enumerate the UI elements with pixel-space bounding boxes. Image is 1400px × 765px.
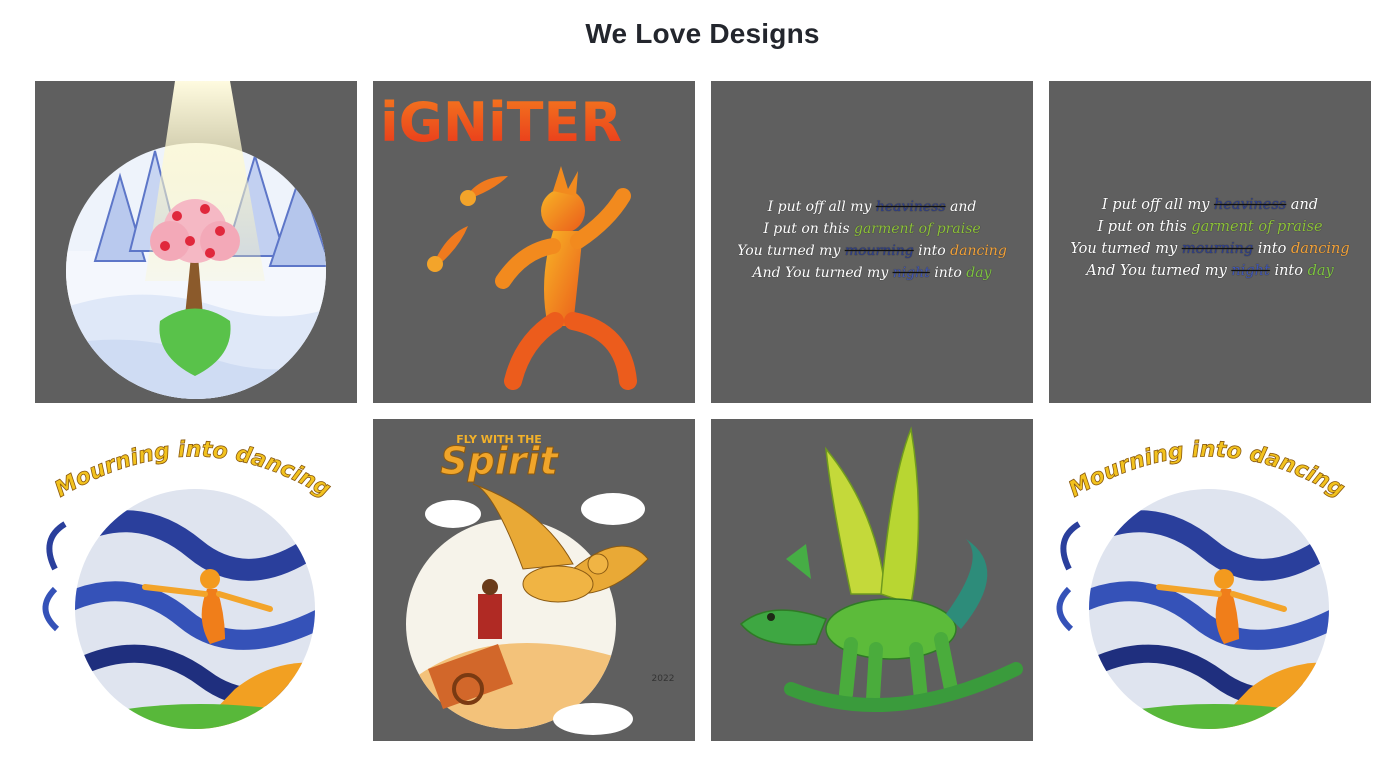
dancer-swirls-illustration: [42, 489, 315, 729]
lyrics-text: I put off all my: [1101, 197, 1214, 213]
lyrics-highlight: heaviness: [1214, 197, 1287, 213]
lyrics-line: And You turned my night into day: [1049, 260, 1371, 282]
design-tile-mourning-dancing[interactable]: Mourning into dancing: [35, 419, 357, 741]
design-tile-rocking-horse[interactable]: [711, 419, 1033, 741]
lyrics-text: I put on this: [1097, 219, 1192, 235]
rocking-horse-illustration: [739, 426, 1023, 712]
design-tile-mourning-dancing-variant[interactable]: Mourning into dancing: [1049, 419, 1371, 741]
page-title: We Love Designs: [585, 18, 820, 49]
lyrics-line: I put off all my heaviness and: [1049, 194, 1371, 216]
eagle-chariot-illustration: 2022: [406, 483, 675, 735]
lyrics-line: You turned my mourning into dancing: [711, 240, 1033, 262]
lyrics-text: and: [945, 199, 977, 215]
lyrics-highlight: garment of praise: [1191, 219, 1323, 235]
lyrics-highlight: mourning: [844, 243, 914, 259]
design-tile-tree-hearts[interactable]: [35, 81, 357, 403]
lyrics-block: I put off all my heaviness and I put on …: [1049, 194, 1371, 282]
lyrics-line: You turned my mourning into dancing: [1049, 238, 1371, 260]
lyrics-text: and: [1286, 197, 1319, 213]
igniter-headline: iGNiTER: [380, 91, 622, 154]
lyrics-highlight: night: [892, 265, 930, 281]
design-tile-igniter[interactable]: iGNiTER: [373, 81, 695, 403]
lyrics-text: You turned my: [737, 243, 845, 259]
lyrics-highlight: garment of praise: [854, 221, 981, 237]
lyrics-highlight: mourning: [1181, 241, 1254, 257]
spirit-headline: Spirit: [440, 439, 559, 483]
lyrics-text: into: [1269, 263, 1308, 279]
design-tile-fly-spirit[interactable]: FLY WITH THE Spirit 2022: [373, 419, 695, 741]
lyrics-line: And You turned my night into day: [711, 262, 1033, 284]
lyrics-text: And You turned my: [752, 265, 893, 281]
tree-hearts-illustration: [66, 81, 326, 399]
lyrics-highlight: night: [1231, 263, 1270, 279]
lyrics-text: into: [913, 243, 951, 259]
design-tile-lyrics-variant[interactable]: I put off all my heaviness and I put on …: [1049, 81, 1371, 403]
lyrics-highlight: dancing: [1290, 241, 1350, 257]
artist-signature: 2022: [652, 674, 675, 684]
lyrics-highlight: day: [966, 265, 992, 281]
lyrics-text: into: [1253, 241, 1291, 257]
design-tile-lyrics[interactable]: I put off all my heaviness and I put on …: [711, 81, 1033, 403]
lyrics-line: I put on this garment of praise: [1049, 216, 1371, 238]
lyrics-block: I put off all my heaviness and I put on …: [711, 196, 1033, 284]
design-gallery: iGNiTER I put off all my heaviness and I…: [35, 81, 1371, 741]
lyrics-text: I put on this: [763, 221, 854, 237]
lyrics-text: I put off all my: [767, 199, 876, 215]
lyrics-highlight: day: [1307, 263, 1334, 279]
lyrics-line: I put on this garment of praise: [711, 218, 1033, 240]
lyrics-text: into: [929, 265, 967, 281]
lyrics-line: I put off all my heaviness and: [711, 196, 1033, 218]
lyrics-highlight: dancing: [950, 243, 1007, 259]
lyrics-highlight: heaviness: [875, 199, 946, 215]
dancer-swirls-illustration: [1056, 489, 1329, 729]
flame-runner-illustration: [427, 166, 637, 390]
lyrics-text: You turned my: [1070, 241, 1182, 257]
lyrics-text: And You turned my: [1086, 263, 1232, 279]
